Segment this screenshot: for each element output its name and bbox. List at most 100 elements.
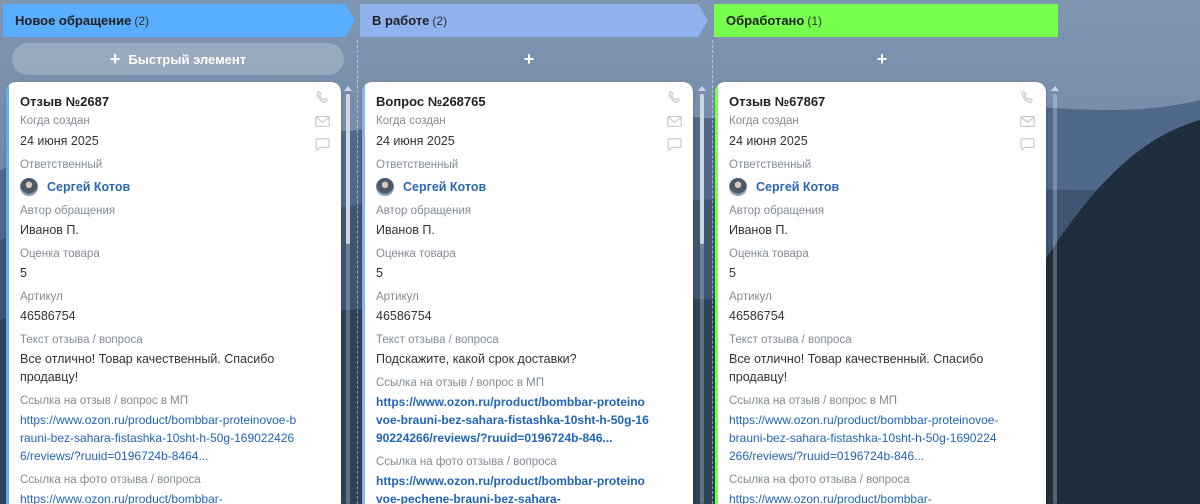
review-link[interactable]: https://www.ozon.ru/product/bombbar-prot… xyxy=(376,393,649,447)
rating-value: 5 xyxy=(20,266,27,280)
review-link-label: Ссылка на отзыв / вопрос в МП xyxy=(729,395,897,407)
column-scrollbar[interactable] xyxy=(344,86,352,504)
column-scrollbar[interactable] xyxy=(698,86,706,504)
kanban-board: Новое обращение (2) + Быстрый элемент От… xyxy=(0,0,1200,504)
chat-bubble-icon[interactable] xyxy=(666,136,683,153)
quick-add-label: Быстрый элемент xyxy=(128,51,247,67)
card-body: Отзыв №67867 Когда создан 24 июня 2025 О… xyxy=(729,94,1002,504)
avatar xyxy=(20,178,38,196)
scroll-track[interactable] xyxy=(1053,94,1057,504)
scroll-thumb[interactable] xyxy=(346,94,350,244)
rating-label: Оценка товара xyxy=(729,248,809,260)
column-divider xyxy=(357,40,358,504)
photo-link[interactable]: https://www.ozon.ru/product/bombbar- xyxy=(20,490,297,504)
created-label: Когда создан xyxy=(729,115,799,127)
card-actions xyxy=(1019,90,1037,159)
quick-add-button[interactable]: + Быстрый элемент xyxy=(12,43,344,75)
created-label: Когда создан xyxy=(376,115,446,127)
card-title[interactable]: Вопрос №268765 xyxy=(376,94,649,109)
rating-value: 5 xyxy=(376,266,383,280)
review-link-label: Ссылка на отзыв / вопрос в МП xyxy=(20,395,188,407)
column-header-done[interactable]: Обработано (1) xyxy=(714,4,1058,37)
review-text-label: Текст отзыва / вопроса xyxy=(20,334,143,346)
quick-add-button[interactable]: + xyxy=(362,43,696,75)
review-text-label: Текст отзыва / вопроса xyxy=(729,334,852,346)
scroll-up-icon[interactable] xyxy=(344,86,352,91)
column-title: В работе xyxy=(372,13,430,28)
card-body: Отзыв №2687 Когда создан 24 июня 2025 От… xyxy=(20,94,297,504)
responsible-user[interactable]: Сергей Котов xyxy=(376,178,649,196)
created-value: 24 июня 2025 xyxy=(376,134,455,148)
deal-card[interactable]: Отзыв №67867 Когда создан 24 июня 2025 О… xyxy=(715,82,1046,504)
responsible-label: Ответственный xyxy=(729,159,812,171)
photo-link-label: Ссылка на фото отзыва / вопроса xyxy=(376,456,557,468)
scroll-up-icon[interactable] xyxy=(698,86,706,91)
chat-bubble-icon[interactable] xyxy=(314,136,331,153)
article-value: 46586754 xyxy=(376,309,432,323)
created-value: 24 июня 2025 xyxy=(20,134,99,148)
column-title: Новое обращение xyxy=(15,13,132,28)
card-title[interactable]: Отзыв №2687 xyxy=(20,94,297,109)
responsible-name[interactable]: Сергей Котов xyxy=(403,180,486,194)
phone-icon[interactable] xyxy=(314,90,331,107)
deal-card[interactable]: Отзыв №2687 Когда создан 24 июня 2025 От… xyxy=(6,82,341,504)
rating-value: 5 xyxy=(729,266,736,280)
responsible-label: Ответственный xyxy=(20,159,103,171)
review-link[interactable]: https://www.ozon.ru/product/bombbar-prot… xyxy=(20,411,297,465)
envelope-icon[interactable] xyxy=(314,113,331,130)
quick-add-button[interactable]: + xyxy=(715,43,1049,75)
card-body: Вопрос №268765 Когда создан 24 июня 2025… xyxy=(376,94,649,504)
column-header-in-progress[interactable]: В работе (2) xyxy=(360,4,708,37)
review-link[interactable]: https://www.ozon.ru/product/bombbar-prot… xyxy=(729,411,1002,465)
column-header-new[interactable]: Новое обращение (2) xyxy=(3,4,355,37)
review-text-value: Все отлично! Товар качественный. Спасибо… xyxy=(20,352,275,384)
responsible-user[interactable]: Сергей Котов xyxy=(20,178,297,196)
review-link-label: Ссылка на отзыв / вопрос в МП xyxy=(376,377,544,389)
author-value: Иванов П. xyxy=(20,223,79,237)
review-text-label: Текст отзыва / вопроса xyxy=(376,334,499,346)
created-label: Когда создан xyxy=(20,115,90,127)
plus-icon: + xyxy=(523,49,535,69)
column-divider xyxy=(712,40,713,504)
card-title[interactable]: Отзыв №67867 xyxy=(729,94,1002,109)
photo-link[interactable]: https://www.ozon.ru/product/bombbar- xyxy=(729,490,1002,504)
column-count: (2) xyxy=(432,13,448,28)
review-text-value: Все отлично! Товар качественный. Спасибо… xyxy=(729,352,984,384)
responsible-name[interactable]: Сергей Котов xyxy=(756,180,839,194)
photo-link-label: Ссылка на фото отзыва / вопроса xyxy=(20,474,201,486)
responsible-label: Ответственный xyxy=(376,159,459,171)
responsible-name[interactable]: Сергей Котов xyxy=(47,180,130,194)
review-text-value: Подскажите, какой срок доставки? xyxy=(376,352,577,366)
envelope-icon[interactable] xyxy=(1019,113,1036,130)
author-label: Автор обращения xyxy=(20,205,116,217)
phone-icon[interactable] xyxy=(666,90,683,107)
card-status-stripe xyxy=(6,82,9,504)
column-scrollbar[interactable] xyxy=(1051,86,1059,504)
plus-icon: + xyxy=(109,49,121,69)
article-label: Артикул xyxy=(20,291,63,303)
column-count: (1) xyxy=(807,13,823,28)
deal-card[interactable]: Вопрос №268765 Когда создан 24 июня 2025… xyxy=(362,82,693,504)
rating-label: Оценка товара xyxy=(20,248,100,260)
card-status-stripe xyxy=(362,82,365,504)
avatar xyxy=(376,178,394,196)
author-value: Иванов П. xyxy=(729,223,788,237)
scroll-thumb[interactable] xyxy=(700,94,704,244)
rating-label: Оценка товара xyxy=(376,248,456,260)
column-title: Обработано xyxy=(726,13,805,28)
scroll-up-icon[interactable] xyxy=(1051,86,1059,91)
photo-link[interactable]: https://www.ozon.ru/product/bombbar-prot… xyxy=(376,472,649,504)
phone-icon[interactable] xyxy=(1019,90,1036,107)
plus-icon: + xyxy=(876,49,888,69)
responsible-user[interactable]: Сергей Котов xyxy=(729,178,1002,196)
photo-link-label: Ссылка на фото отзыва / вопроса xyxy=(729,474,910,486)
author-label: Автор обращения xyxy=(729,205,825,217)
article-value: 46586754 xyxy=(729,309,785,323)
avatar xyxy=(729,178,747,196)
article-label: Артикул xyxy=(729,291,772,303)
envelope-icon[interactable] xyxy=(666,113,683,130)
card-status-stripe xyxy=(715,82,718,504)
author-value: Иванов П. xyxy=(376,223,435,237)
chat-bubble-icon[interactable] xyxy=(1019,136,1036,153)
created-value: 24 июня 2025 xyxy=(729,134,808,148)
